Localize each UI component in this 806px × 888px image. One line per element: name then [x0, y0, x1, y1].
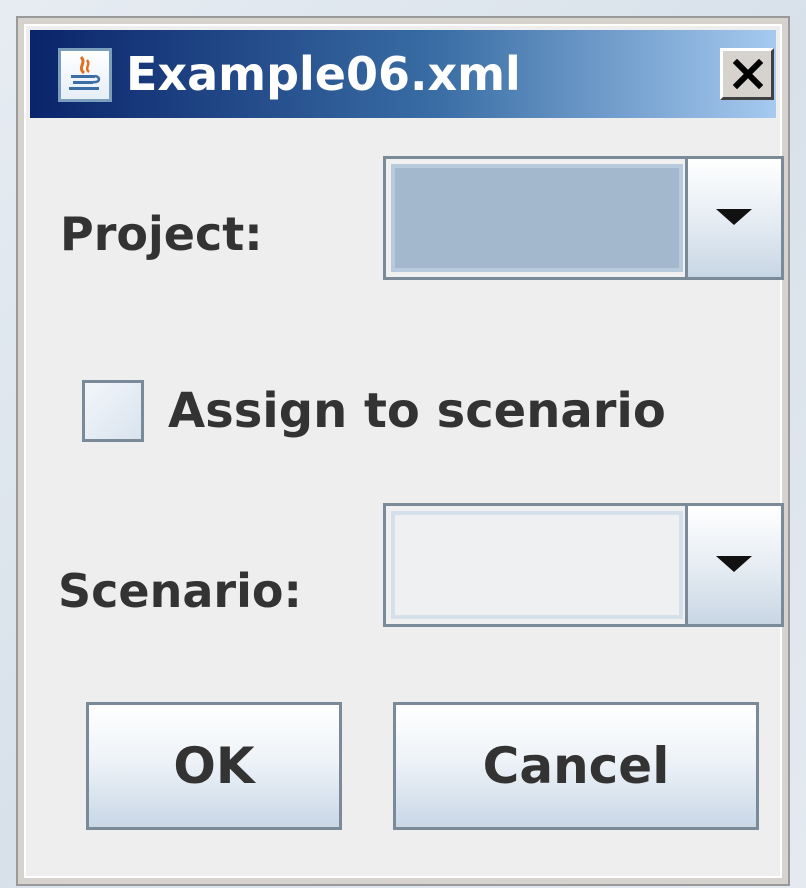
window-title: Example06.xml — [126, 47, 521, 101]
chevron-down-icon — [716, 209, 752, 225]
close-icon — [733, 59, 763, 89]
project-combobox[interactable] — [383, 156, 784, 280]
project-label: Project: — [60, 207, 263, 261]
scenario-label: Scenario: — [58, 564, 302, 618]
title-bar[interactable]: Example06.xml — [30, 30, 776, 118]
java-cup-icon — [58, 48, 112, 102]
assign-to-scenario-checkbox[interactable] — [82, 380, 144, 442]
scenario-dropdown-button[interactable] — [685, 506, 781, 624]
dialog-window: Example06.xml Project: Assign to scenari… — [18, 18, 788, 884]
ok-button[interactable]: OK — [86, 702, 342, 830]
project-combobox-value[interactable] — [391, 164, 683, 272]
scenario-combobox-value[interactable] — [391, 511, 683, 619]
close-button[interactable] — [720, 48, 774, 100]
chevron-down-icon — [716, 556, 752, 572]
scenario-combobox[interactable] — [383, 503, 784, 627]
assign-to-scenario-label[interactable]: Assign to scenario — [168, 380, 666, 442]
cancel-button[interactable]: Cancel — [393, 702, 759, 830]
project-dropdown-button[interactable] — [685, 159, 781, 277]
